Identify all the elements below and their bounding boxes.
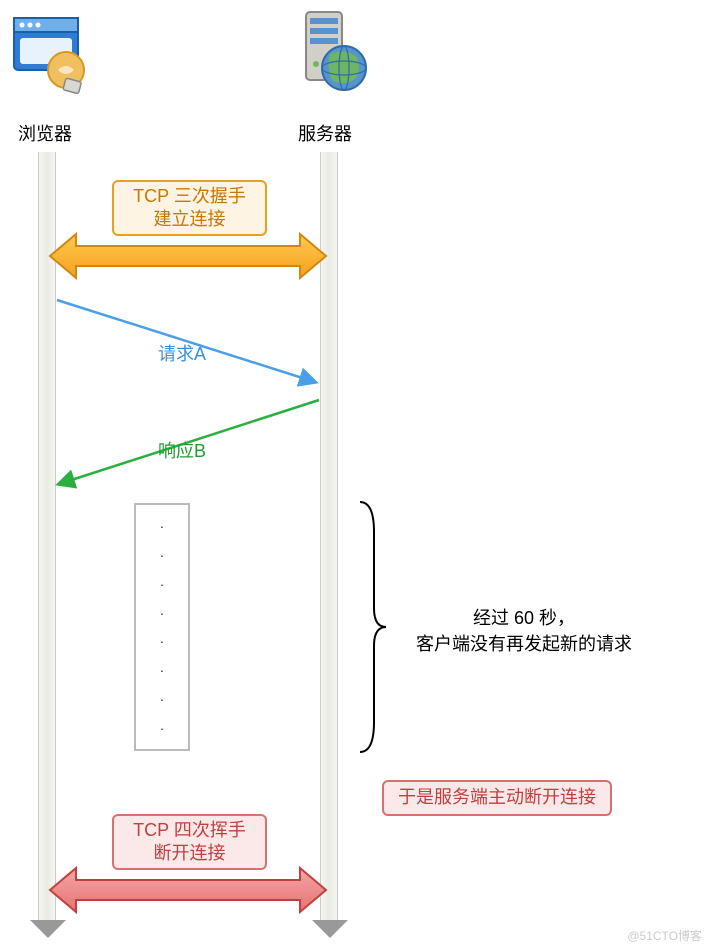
browser-timeline [38, 152, 56, 922]
ellipsis-box: ········ [134, 503, 190, 751]
teardown-line1: TCP 四次挥手 [133, 819, 246, 842]
teardown-arrow [48, 866, 328, 914]
browser-icon [8, 8, 98, 98]
watermark: @51CTO博客 [627, 927, 702, 944]
brace-icon [354, 498, 390, 756]
disconnect-note-box: 于是服务端主动断开连接 [382, 780, 612, 816]
browser-label: 浏览器 [18, 120, 72, 146]
handshake-line2: 建立连接 [154, 208, 226, 231]
wait-note: 经过 60 秒， 客户端没有再发起新的请求 [416, 604, 632, 656]
server-icon [290, 6, 380, 100]
server-label: 服务器 [298, 120, 352, 146]
request-label: 请求A [158, 340, 206, 366]
handshake-arrow [48, 232, 328, 280]
handshake-line1: TCP 三次握手 [133, 185, 246, 208]
teardown-box: TCP 四次挥手 断开连接 [112, 814, 267, 870]
response-label: 响应B [158, 437, 206, 463]
teardown-line2: 断开连接 [154, 842, 226, 865]
handshake-box: TCP 三次握手 建立连接 [112, 180, 267, 236]
server-timeline [320, 152, 338, 922]
